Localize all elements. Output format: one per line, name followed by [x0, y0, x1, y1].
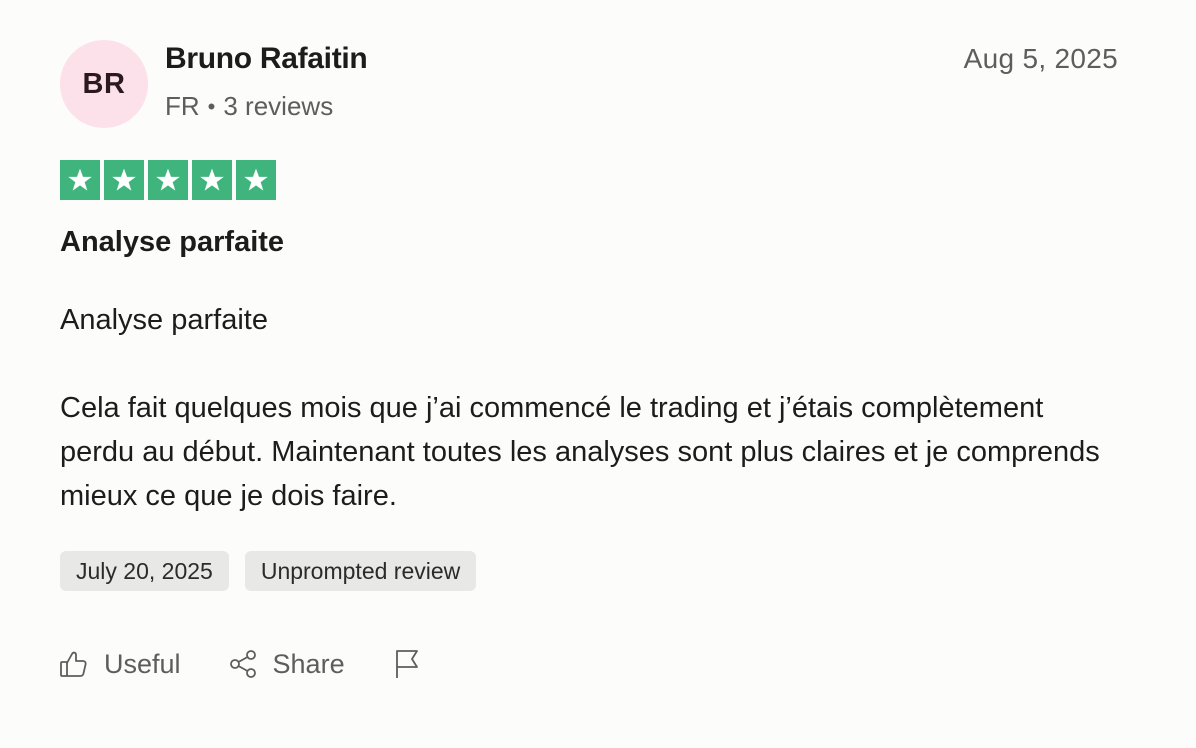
useful-button[interactable]: Useful [58, 648, 181, 680]
star-icon [236, 160, 276, 200]
review-paragraph: Cela fait quelques mois que j’ai commenc… [60, 392, 1100, 512]
review-title[interactable]: Analyse parfaite [60, 226, 284, 259]
star-icon [192, 160, 232, 200]
unprompted-review-badge[interactable]: Unprompted review [244, 551, 477, 591]
review-card: BR Bruno Rafaitin FR • 3 reviews Aug 5, … [0, 0, 1196, 748]
share-icon [229, 650, 256, 678]
share-button[interactable]: Share [227, 648, 345, 680]
flag-button[interactable] [391, 648, 423, 680]
author-country: FR [165, 91, 200, 121]
star-icon [104, 160, 144, 200]
author-name[interactable]: Bruno Rafaitin [165, 42, 368, 76]
review-tags: July 20, 2025 Unprompted review [60, 551, 477, 591]
review-body: Analyse parfaite Cela fait quelques mois… [60, 298, 1120, 518]
avatar[interactable]: BR [60, 40, 148, 128]
author-meta: FR • 3 reviews [165, 91, 333, 122]
review-actions: Useful Share [58, 648, 469, 680]
review-paragraph: Analyse parfaite [60, 304, 268, 336]
star-icon [60, 160, 100, 200]
avatar-initials: BR [82, 67, 126, 100]
thumbs-up-icon [60, 651, 87, 677]
experience-date-badge: July 20, 2025 [60, 551, 229, 591]
author-review-count: 3 reviews [223, 91, 334, 121]
flag-icon [395, 650, 418, 678]
star-icon [148, 160, 188, 200]
useful-label: Useful [104, 648, 181, 679]
meta-separator: • [207, 93, 216, 119]
share-label: Share [272, 648, 345, 679]
star-rating [60, 160, 276, 200]
review-date: Aug 5, 2025 [963, 43, 1118, 74]
